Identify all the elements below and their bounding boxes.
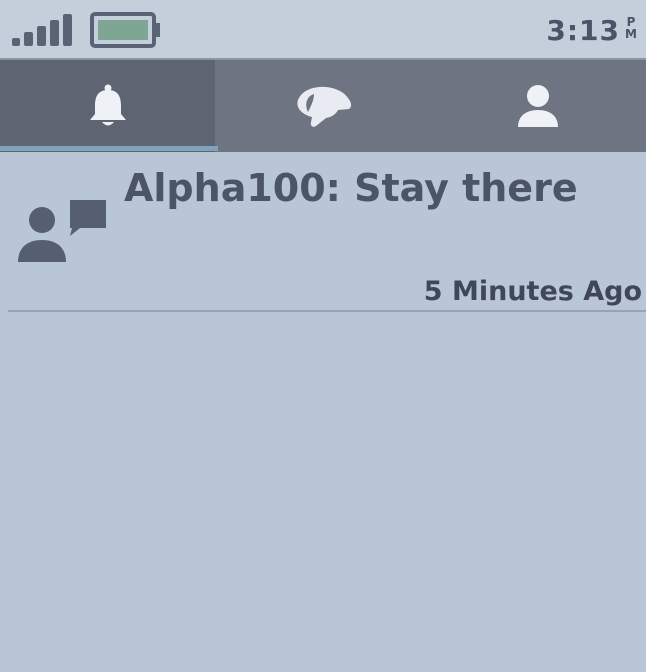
- clock-ampm: P M: [622, 16, 640, 40]
- battery-icon: [90, 12, 160, 48]
- tab-bar: [0, 60, 646, 152]
- message-text: Alpha100: Stay there: [124, 166, 578, 210]
- tab-dogs[interactable]: [215, 60, 430, 152]
- signal-strength-icon: [12, 14, 72, 46]
- status-bar: 3:13 P M: [0, 0, 646, 60]
- tab-profile[interactable]: [430, 60, 645, 152]
- tab-alerts[interactable]: [0, 60, 215, 152]
- chat-user-icon: [18, 200, 106, 262]
- ampm-bottom: M: [625, 27, 637, 41]
- bell-icon: [89, 84, 126, 126]
- person-icon: [517, 85, 558, 127]
- message-divider: [8, 310, 646, 312]
- message-item[interactable]: Alpha100: Stay there 5 Minutes Ago: [0, 152, 646, 312]
- message-timestamp: 5 Minutes Ago: [423, 276, 642, 307]
- selected-tab-indicator: [0, 146, 218, 151]
- dog-head-icon: [296, 86, 351, 127]
- clock-time: 3:13: [546, 14, 620, 47]
